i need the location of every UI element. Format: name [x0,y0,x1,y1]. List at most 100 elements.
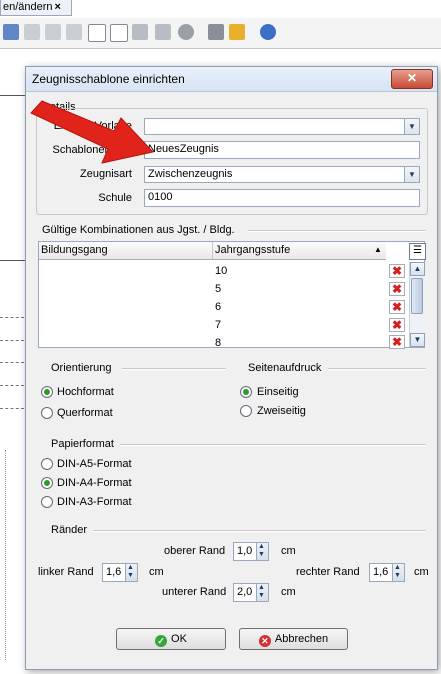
kombinationen-section-label: Gültige Kombinationen aus Jgst. / Bldg. [42,224,235,236]
radio-din-a4[interactable] [41,477,53,489]
schablonenname-value: NeuesZeugnis [148,143,219,155]
broom-icon[interactable] [229,24,245,40]
linker-rand-label: linker Rand [38,566,94,578]
radio-einseitig-label[interactable]: Einseitig [257,386,299,398]
oberer-rand-value: 1,0 [237,545,253,557]
unit-label: cm [281,586,296,598]
background-tab[interactable]: en/ändern × [0,0,72,16]
radio-querformat-label[interactable]: Querformat [57,407,113,419]
dialog-close-button[interactable]: ✕ [391,69,433,89]
seitenaufdruck-section-label: Seitenaufdruck [248,362,322,374]
section-separator [122,368,226,370]
rechter-rand-spinner[interactable]: 1,6 ▲ ▼ [369,563,405,582]
unterer-rand-spinner[interactable]: 2,0 ▲ ▼ [233,583,269,602]
spin-arrows-icon[interactable]: ▲ ▼ [125,564,137,581]
delete-row-icon[interactable]: ✖ [389,318,405,332]
table-icon[interactable] [155,24,171,40]
grid-scrollbar[interactable]: ▲ ▼ [409,262,425,347]
ok-button-label: OK [171,633,187,645]
spin-arrows-icon[interactable]: ▲ ▼ [392,564,404,581]
scrollbar-thumb[interactable] [411,278,423,314]
cancel-icon: ✕ [258,635,271,647]
kombinationen-grid[interactable]: Bildungsgang Jahrgangsstufe ▲ ☰ 10 5 6 7… [38,241,426,349]
background-divider [0,317,24,318]
cancel-button[interactable]: ✕ Abbrechen [239,628,348,650]
tree-icon[interactable] [110,24,128,42]
radio-din-a3-label[interactable]: DIN-A3-Format [57,496,132,508]
column-header-jahrgangsstufe[interactable]: Jahrgangsstufe [215,244,290,256]
radio-zweiseitig-label[interactable]: Zweiseitig [257,405,306,417]
linker-rand-spinner[interactable]: 1,6 ▲ ▼ [102,563,138,582]
printer-icon[interactable] [208,24,224,40]
radio-din-a3[interactable] [41,496,53,508]
schablonenname-input[interactable]: NeuesZeugnis [144,141,420,159]
grid-cell-jgst[interactable]: 7 [215,319,221,331]
dialog-title: Zeugnisschablone einrichten [32,72,185,86]
grid-header: Bildungsgang Jahrgangsstufe ▲ [39,242,386,260]
unit-label: cm [414,566,429,578]
spin-arrows-icon[interactable]: ▲ ▼ [256,584,268,601]
delete-row-icon[interactable]: ✖ [389,300,405,314]
schablonenname-label: Schablonenna... [52,144,132,156]
unit-label: cm [149,566,164,578]
table-icon[interactable] [132,24,148,40]
background-toolbar [0,18,441,49]
grid-cell-jgst[interactable]: 5 [215,283,221,295]
document-icon[interactable] [45,24,61,40]
radio-querformat[interactable] [41,407,53,419]
scroll-down-icon[interactable]: ▼ [410,333,425,347]
background-divider [5,450,7,660]
zeugnisart-select[interactable]: Zwischenzeugnis ▼ [144,166,420,183]
tree-icon[interactable] [88,24,106,42]
linker-rand-value: 1,6 [106,566,122,578]
raender-section-label: Ränder [51,524,88,536]
section-separator [120,444,426,446]
sort-ascending-icon: ▲ [374,245,382,254]
oberer-rand-label: oberer Rand [164,545,226,557]
grid-cell-jgst[interactable]: 6 [215,301,221,313]
grid-cell-jgst[interactable]: 8 [215,337,221,349]
delete-row-icon[interactable]: ✖ [389,264,405,278]
column-chooser-icon[interactable]: ☰ [409,243,426,260]
schule-input[interactable]: 0100 [144,189,420,207]
radio-din-a5[interactable] [41,458,53,470]
dialog-titlebar[interactable]: Zeugnisschablone einrichten ✕ [26,67,437,92]
document-icon[interactable] [24,24,40,40]
unterer-rand-label: unterer Rand [162,586,227,598]
section-separator [248,230,426,232]
radio-din-a5-label[interactable]: DIN-A5-Format [57,458,132,470]
radio-hochformat[interactable] [41,386,53,398]
scroll-up-icon[interactable]: ▲ [410,262,425,276]
schule-value: 0100 [148,191,173,203]
radio-din-a4-label[interactable]: DIN-A4-Format [57,477,132,489]
unterer-rand-value: 2,0 [237,586,253,598]
background-divider [0,385,24,386]
radio-zweiseitig[interactable] [240,405,252,417]
cancel-button-label: Abbrechen [274,633,329,645]
close-icon[interactable]: × [55,1,61,13]
rechter-rand-value: 1,6 [373,566,389,578]
grid-icon[interactable] [3,24,19,40]
chevron-down-icon[interactable]: ▼ [404,167,419,182]
spin-arrows-icon[interactable]: ▲ ▼ [256,543,268,560]
help-icon[interactable] [260,24,276,40]
delete-row-icon[interactable]: ✖ [389,335,405,349]
document-icon[interactable] [66,24,82,40]
zeugnisart-value: Zwischenzeugnis [148,168,233,180]
chevron-down-icon[interactable]: ▼ [404,119,419,134]
schule-label: Schule [98,192,132,204]
column-divider [212,242,213,259]
grid-cell-jgst[interactable]: 10 [215,265,227,277]
column-header-bildungsgang[interactable]: Bildungsgang [41,244,108,256]
externe-vorlage-select[interactable]: ▼ [144,118,420,135]
gear-icon[interactable] [178,24,194,40]
radio-einseitig[interactable] [240,386,252,398]
unit-label: cm [281,545,296,557]
checkmark-icon: ✓ [155,635,168,647]
oberer-rand-spinner[interactable]: 1,0 ▲ ▼ [233,542,269,561]
delete-row-icon[interactable]: ✖ [389,282,405,296]
ok-button[interactable]: ✓ OK [116,628,226,650]
radio-hochformat-label[interactable]: Hochformat [57,386,114,398]
zeugnisart-label: Zeugnisart [80,168,132,180]
rechter-rand-label: rechter Rand [296,566,360,578]
